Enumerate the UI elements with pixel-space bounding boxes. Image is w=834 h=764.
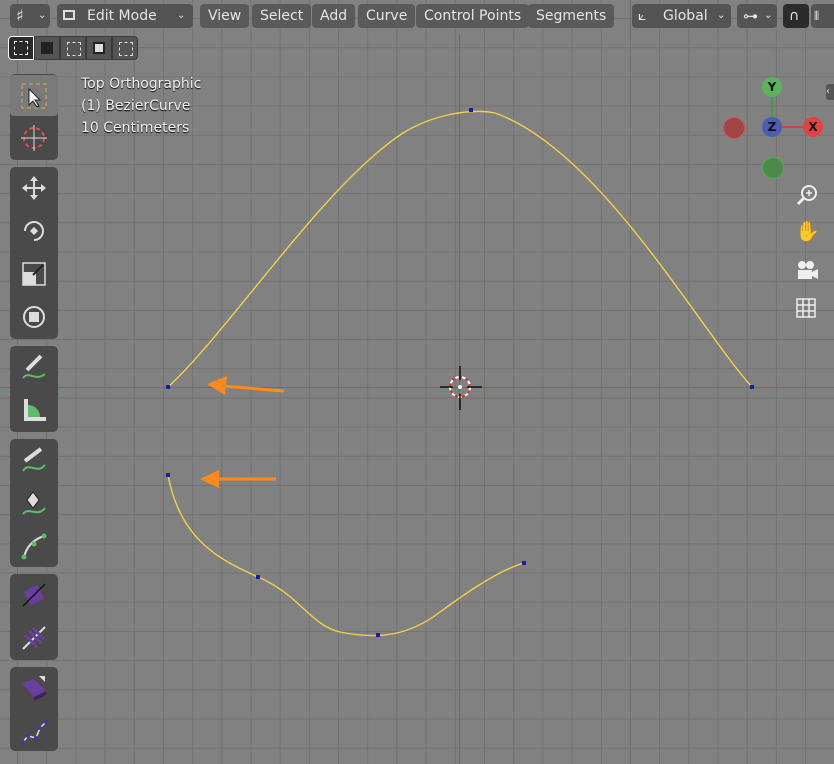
sidebar-toggle[interactable]: ‹	[826, 84, 834, 100]
annotation-arrow-upper	[207, 376, 285, 395]
select-extend-button[interactable]	[34, 36, 60, 60]
tool-tilt[interactable]	[10, 617, 58, 658]
toolbar-group-extrude	[10, 667, 58, 751]
tool-annotate[interactable]	[10, 346, 58, 387]
edit-mode-icon	[63, 10, 75, 20]
tool-transform[interactable]	[10, 296, 58, 337]
toolbar-group-curve-draw	[10, 439, 58, 567]
select-mode-row	[8, 36, 138, 62]
tool-select-box[interactable]	[10, 75, 58, 116]
3d-cursor[interactable]	[440, 366, 482, 410]
control-point	[469, 108, 473, 112]
snap-increment-icon: ⫴	[814, 9, 820, 23]
invert-icon	[93, 42, 105, 54]
select-invert-button[interactable]	[86, 36, 112, 60]
select-new-button[interactable]	[8, 36, 34, 60]
mode-dropdown[interactable]: Edit Mode ⌄	[57, 4, 193, 28]
header-bar: ♯ ⌄ Edit Mode ⌄ View Select Add Curve Co…	[0, 0, 834, 34]
select-intersect-button[interactable]	[112, 36, 138, 60]
grid-icon: ♯	[16, 6, 24, 25]
tool-radius[interactable]	[10, 574, 58, 615]
tool-cursor[interactable]	[10, 117, 58, 158]
view-name: Top Orthographic	[81, 76, 202, 92]
control-point	[522, 561, 526, 565]
chevron-down-icon: ⌄	[764, 10, 773, 21]
snap-toggle[interactable]: ∩	[783, 4, 809, 28]
camera-icon[interactable]	[795, 258, 819, 282]
orientation-icon: ⟀	[638, 8, 647, 24]
tool-scale[interactable]	[10, 253, 58, 294]
link-icon: ⊶	[743, 7, 758, 25]
control-point	[376, 633, 380, 637]
mode-label: Edit Mode	[87, 8, 157, 24]
hand-pan-icon[interactable]: ✋	[795, 219, 820, 243]
snap-target-button[interactable]: ⫴	[811, 4, 834, 28]
gizmo-neg-x-axis[interactable]	[723, 117, 745, 139]
tool-extrude[interactable]	[10, 667, 58, 708]
orientation-label: Global	[663, 8, 708, 24]
gizmo-y-axis[interactable]: Y	[762, 77, 782, 97]
chevron-down-icon: ⌄	[177, 10, 186, 21]
toolbar-group-select	[10, 74, 58, 160]
menu-add[interactable]: Add	[312, 4, 356, 28]
annotation-arrow-lower	[200, 470, 276, 488]
pivot-dropdown[interactable]: ⊶ ⌄	[737, 4, 777, 28]
3d-viewport[interactable]: ♯ ⌄ Edit Mode ⌄ View Select Add Curve Co…	[0, 0, 834, 764]
editor-type-button[interactable]: ♯ ⌄	[10, 4, 50, 28]
tool-randomize[interactable]	[10, 710, 58, 751]
zoom-icon[interactable]	[795, 183, 819, 207]
menu-view[interactable]: View	[200, 4, 250, 28]
tool-move[interactable]	[10, 167, 58, 208]
gizmo-z-axis[interactable]: Z	[762, 117, 782, 137]
menu-select[interactable]: Select	[252, 4, 312, 28]
bezier-curve-upper[interactable]	[167, 110, 753, 388]
gizmo-neg-y-axis[interactable]	[762, 157, 784, 179]
extend-icon	[41, 42, 53, 54]
control-point	[166, 385, 170, 389]
toolbar-group-transform	[10, 167, 58, 339]
toolbar-group-annotate	[10, 346, 58, 432]
select-subtract-button[interactable]	[60, 36, 86, 60]
intersect-icon	[119, 42, 133, 56]
transform-orientation-dropdown[interactable]: ⟀ Global ⌄	[632, 4, 731, 28]
object-name: (1) BezierCurve	[81, 98, 191, 114]
grid-view-icon[interactable]	[795, 296, 819, 320]
control-point	[256, 575, 260, 579]
tool-draw[interactable]	[10, 439, 58, 480]
toolbar-group-curve-edit	[10, 574, 58, 660]
chevron-down-icon: ⌄	[717, 10, 726, 21]
bezier-curve-lower[interactable]	[167, 474, 525, 637]
grid-scale: 10 Centimeters	[81, 120, 190, 136]
subtract-icon	[67, 42, 81, 56]
menu-curve[interactable]: Curve	[358, 4, 416, 28]
menu-segments[interactable]: Segments	[528, 4, 615, 28]
magnet-icon: ∩	[789, 8, 800, 24]
control-point	[750, 385, 754, 389]
menu-control-points[interactable]: Control Points	[416, 4, 530, 28]
curve-canvas	[166, 91, 810, 637]
tool-measure[interactable]	[10, 389, 58, 430]
tool-pen[interactable]	[10, 482, 58, 523]
dashed-square-icon	[14, 41, 28, 55]
tool-curve-pen[interactable]	[10, 525, 58, 566]
control-point	[166, 473, 170, 477]
tool-rotate[interactable]	[10, 210, 58, 251]
gizmo-x-axis[interactable]: X	[803, 117, 823, 137]
chevron-down-icon: ⌄	[38, 10, 47, 21]
